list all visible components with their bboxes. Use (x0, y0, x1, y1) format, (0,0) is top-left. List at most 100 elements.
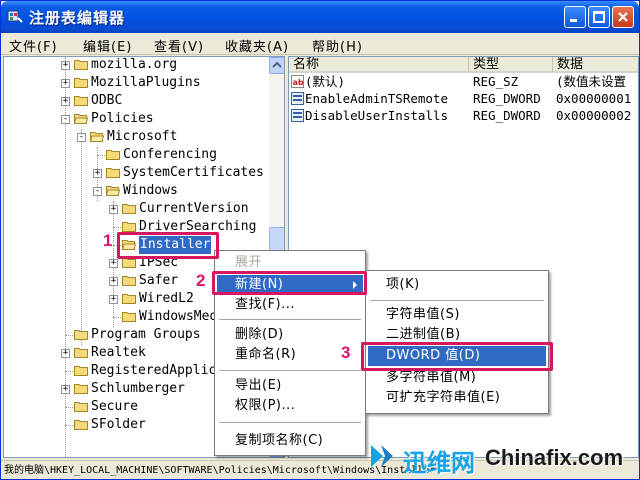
value-row[interactable]: ab (默认) REG_SZ (数值未设置 (291, 74, 638, 90)
close-icon (618, 12, 628, 22)
folder-icon (74, 96, 88, 106)
dword-value-icon (291, 109, 304, 122)
regedit-window: 注册表编辑器 文件(F) 编辑(E) 查看(V) 收藏夹(A) 帮助(H) + … (0, 0, 640, 480)
tree-item-label: Microsoft (107, 129, 178, 144)
tree-item[interactable]: + mozilla.org (4, 57, 268, 74)
expand-icon[interactable]: + (61, 97, 70, 106)
value-data: (数值未设置 (556, 74, 627, 89)
svg-text:ab: ab (293, 78, 304, 87)
tree-line (113, 317, 121, 318)
tree-line (97, 155, 105, 156)
collapse-icon[interactable]: - (61, 115, 70, 124)
annotation-step-1: 1 (103, 231, 113, 250)
tree-item-label: Realtek (91, 345, 146, 360)
value-data: 0x00000002 (556, 108, 632, 123)
annotation-box-dword (361, 342, 553, 371)
scroll-up-button[interactable] (269, 57, 284, 74)
tree-line (65, 425, 73, 426)
folder-icon (74, 402, 88, 412)
tree-item-label: CurrentVersion (139, 201, 249, 216)
minimize-button[interactable] (564, 6, 586, 28)
menu-file[interactable]: 文件(F) (9, 36, 58, 55)
tree-item-label: MozillaPlugins (91, 75, 201, 90)
tree-item-label: Schlumberger (91, 381, 185, 396)
open-folder-icon (90, 132, 104, 142)
value-name: DisableUserInstalls (305, 108, 448, 123)
folder-icon (74, 348, 88, 358)
annotation-box-new (212, 271, 367, 295)
ctx-export[interactable]: 导出(E) (217, 376, 363, 396)
expand-icon[interactable]: + (61, 385, 70, 394)
folder-icon (122, 204, 136, 214)
expand-icon[interactable]: + (93, 169, 102, 178)
menu-bar: 文件(F) 编辑(E) 查看(V) 收藏夹(A) 帮助(H) (1, 33, 639, 55)
folder-icon (106, 150, 120, 160)
ctx-delete[interactable]: 删除(D) (217, 325, 363, 345)
column-header-type[interactable]: 类型 (469, 57, 553, 73)
ctx-copy-key-name[interactable]: 复制项名称(C) (217, 431, 363, 451)
tree-item-label: Windows (123, 183, 178, 198)
tree-item-label: ODBC (91, 93, 123, 108)
regedit-app-icon (7, 10, 23, 23)
expand-icon[interactable]: + (109, 277, 118, 286)
column-header-name[interactable]: 名称 (289, 57, 469, 73)
tree-item[interactable]: - Policies (4, 110, 268, 128)
submenu-string-value[interactable]: 字符串值(S) (368, 305, 546, 325)
value-name: EnableAdminTSRemote (305, 91, 448, 106)
title-bar[interactable]: 注册表编辑器 (1, 1, 639, 33)
value-name: (默认) (305, 74, 346, 89)
folder-icon (74, 384, 88, 394)
expand-icon[interactable]: + (61, 79, 70, 88)
value-data: 0x00000001 (556, 91, 632, 106)
menu-edit[interactable]: 编辑(E) (83, 36, 132, 55)
folder-icon (122, 276, 136, 286)
tree-item[interactable]: + SystemCertificates (4, 164, 268, 182)
value-row[interactable]: DisableUserInstalls REG_DWORD 0x00000002 (291, 108, 638, 124)
window-title: 注册表编辑器 (29, 9, 126, 27)
expand-icon[interactable]: + (109, 295, 118, 304)
expand-icon[interactable]: + (109, 205, 118, 214)
tree-item[interactable]: - Windows (4, 182, 268, 200)
open-folder-icon (106, 186, 120, 196)
tree-item[interactable]: + CurrentVersion (4, 200, 268, 218)
value-row[interactable]: EnableAdminTSRemote REG_DWORD 0x00000001 (291, 91, 638, 107)
ctx-expand[interactable]: 展开 (217, 253, 363, 273)
dword-value-icon (291, 92, 304, 105)
submenu-multi-string-value[interactable]: 多字符串值(M) (368, 368, 546, 388)
folder-icon (122, 294, 136, 304)
ctx-find[interactable]: 查找(F)... (217, 295, 363, 315)
tree-item[interactable]: + MozillaPlugins (4, 74, 268, 92)
maximize-button[interactable] (588, 6, 610, 28)
tree-line (113, 227, 121, 228)
close-button[interactable] (612, 6, 634, 28)
expand-icon[interactable]: + (61, 349, 70, 358)
tree-item-label: SystemCertificates (123, 165, 264, 180)
tree-item-label: Policies (91, 111, 154, 126)
expand-icon[interactable]: + (61, 61, 70, 70)
folder-icon (106, 168, 120, 178)
tree-item[interactable]: + ODBC (4, 92, 268, 110)
menu-favorites[interactable]: 收藏夹(A) (225, 36, 289, 55)
folder-icon (74, 330, 88, 340)
submenu-key[interactable]: 项(K) (368, 275, 546, 295)
tree-item[interactable]: - Microsoft (4, 128, 268, 146)
tree-item-label: SFolder (91, 417, 146, 432)
submenu-expandable-string-value[interactable]: 可扩充字符串值(E) (368, 388, 546, 408)
watermark: 迅维网 Chinafix.com (369, 437, 640, 480)
tree-line (65, 335, 73, 336)
menu-view[interactable]: 查看(V) (154, 36, 204, 55)
menu-separator (219, 319, 361, 320)
tree-item-label: Conferencing (123, 147, 217, 162)
folder-icon (74, 78, 88, 88)
menu-separator (219, 422, 361, 423)
watermark-brand-en: Chinafix.com (485, 445, 624, 470)
value-type: REG_SZ (473, 74, 519, 89)
expand-icon[interactable]: + (109, 259, 118, 268)
watermark-brand-cn: 迅维网 (403, 449, 475, 477)
ctx-permissions[interactable]: 权限(P)... (217, 396, 363, 416)
collapse-icon[interactable]: - (93, 187, 102, 196)
menu-help[interactable]: 帮助(H) (312, 36, 363, 55)
column-header-data[interactable]: 数据 (553, 57, 638, 73)
collapse-icon[interactable]: - (77, 133, 86, 142)
tree-item[interactable]: Conferencing (4, 146, 268, 164)
